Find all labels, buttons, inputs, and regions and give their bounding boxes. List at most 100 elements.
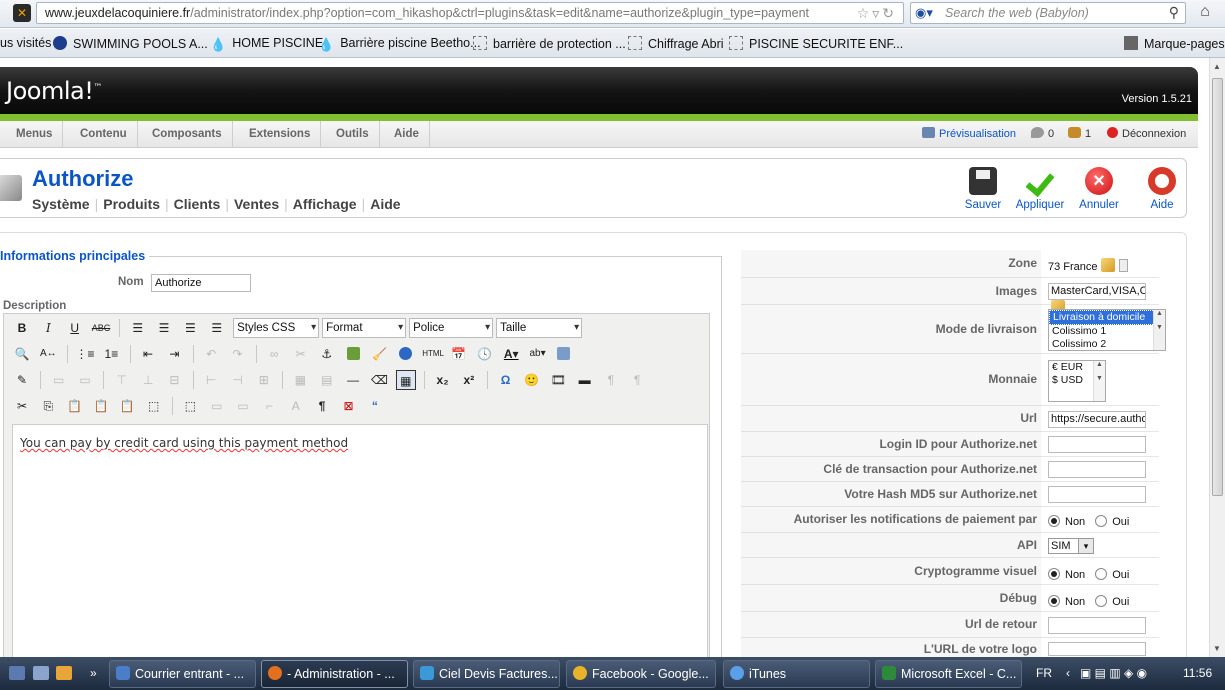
listbox-scrollbar[interactable]: ▲ ▼ [1153,310,1165,350]
search-engine-icon[interactable]: ◉▾ [915,5,933,21]
blockquote-icon[interactable]: “ [365,396,385,416]
save-button[interactable]: Sauver [955,167,1011,211]
media-icon[interactable]: 🎞 [548,370,568,390]
transaction-input[interactable] [1048,461,1146,478]
html-icon[interactable]: HTML [422,344,444,364]
logout-link[interactable]: Déconnexion [1107,127,1186,140]
format-select[interactable]: Format [322,318,407,338]
outdent-icon[interactable]: ⇤ [138,344,158,364]
submenu-ventes[interactable]: Ventes [234,196,279,212]
delete-col-icon[interactable]: ⊞ [254,370,274,390]
ltr-icon[interactable]: ¶ [601,370,621,390]
delete-row-icon[interactable]: ⊟ [164,370,184,390]
absolute-icon[interactable]: ⌐ [259,396,279,416]
bookmark-item[interactable]: us visités [0,36,51,50]
notif-no-radio[interactable] [1048,515,1060,527]
cut-icon[interactable]: ✂ [12,396,32,416]
layer-2-icon[interactable]: ▭ [75,370,95,390]
cvv-no-radio[interactable] [1048,568,1060,580]
users-count[interactable]: 1 [1068,127,1091,140]
preview-link[interactable]: Prévisualisation [922,127,1016,140]
home-icon[interactable]: ⌂ [1192,3,1218,24]
listbox-scrollbar[interactable]: ▲ ▼ [1093,361,1105,401]
numbered-list-icon[interactable]: 1≡ [101,344,121,364]
cancel-button[interactable]: × Annuler [1071,167,1127,211]
star-icon[interactable]: ☆▿↻ [857,5,897,22]
task-mail[interactable]: Courrier entrant - ... [109,660,256,688]
debug-yes-radio[interactable] [1095,595,1108,607]
task-firefox[interactable]: - Administration - ... [261,660,408,688]
edit-icon[interactable] [1100,258,1115,272]
replace-icon[interactable]: A↔ [38,344,58,364]
url-input[interactable]: https://secure.authorize [1048,411,1146,428]
eraser-icon[interactable]: ⌫ [370,370,390,390]
url-bar[interactable]: www.jeuxdelacoquiniere.fr/administrator/… [36,2,904,24]
style-props-icon[interactable]: ▭ [207,396,227,416]
merge-cells-icon[interactable]: ▤ [317,370,337,390]
highlight-color-icon[interactable]: ab▾ [528,344,548,364]
return-url-input[interactable] [1048,617,1146,634]
align-left-icon[interactable]: ☰ [128,318,148,338]
md5-input[interactable] [1048,486,1146,503]
bookmark-item[interactable]: 💧 HOME PISCINE [210,36,323,52]
paste-text-icon[interactable]: 📋 [91,396,111,416]
align-right-icon[interactable]: ☰ [180,318,200,338]
select-all-icon[interactable]: ⬚ [144,396,164,416]
align-justify-icon[interactable]: ☰ [207,318,227,338]
media-player-icon[interactable] [56,666,72,680]
horizontal-rule-icon[interactable]: — [343,370,363,390]
special-char-icon[interactable]: Ω [496,370,516,390]
help-icon[interactable] [396,344,416,364]
bookmark-item[interactable]: PISCINE SECURITE ENF... [729,36,903,51]
scroll-thumb[interactable] [1212,78,1223,496]
rtl-icon[interactable]: ¶ [627,370,647,390]
logo-url-input[interactable] [1048,642,1146,656]
text-color-icon[interactable]: A▾ [501,344,521,364]
anchor-icon[interactable]: ⚓ [317,344,337,364]
insert-row-after-icon[interactable]: ⊥ [138,370,158,390]
bookmark-item[interactable]: Chiffrage Abri [628,36,724,51]
task-itunes[interactable]: iTunes [723,660,870,688]
indent-icon[interactable]: ⇥ [164,344,184,364]
help-button[interactable]: Aide [1134,167,1190,211]
undo-icon[interactable]: ↶ [201,344,221,364]
apply-button[interactable]: Appliquer [1012,167,1068,211]
italic-icon[interactable]: I [38,318,58,338]
tray-icons[interactable]: ▣ ▤ ▥ ◈ ◉ [1080,666,1147,680]
login-input[interactable] [1048,436,1146,453]
nonbreaking-icon[interactable]: ⊠ [338,396,358,416]
align-center-icon[interactable]: ☰ [154,318,174,338]
bookmark-item[interactable]: barrière de protection ... [473,36,626,51]
superscript-icon[interactable]: x² [459,370,479,390]
fullscreen-icon[interactable] [554,344,574,364]
editor-content[interactable]: You can pay by credit card using this pa… [12,424,708,660]
submenu-affichage[interactable]: Affichage [293,196,357,212]
language-indicator[interactable]: FR [1036,666,1052,680]
shipping-option[interactable]: Colissimo 1 [1049,325,1165,338]
size-select[interactable]: Taille [496,318,583,338]
link-icon[interactable]: ∞ [264,344,284,364]
layer-icon[interactable]: ▭ [49,370,69,390]
visual-aid-icon[interactable]: ⬚ [180,396,200,416]
submenu-systeme[interactable]: Système [32,196,90,212]
submenu-aide[interactable]: Aide [370,196,400,212]
copy-icon[interactable]: ⎘ [38,396,58,416]
notif-yes-radio[interactable] [1095,515,1108,527]
bullet-list-icon[interactable]: ⋮≡ [75,344,95,364]
emoticon-icon[interactable]: 🙂 [522,370,542,390]
attribs-icon[interactable]: ▭ [233,396,253,416]
task-chrome[interactable]: Facebook - Google... [566,660,716,688]
date-icon[interactable]: 📅 [449,344,469,364]
messages-count[interactable]: 0 [1031,127,1054,140]
show-desktop-icon[interactable] [9,666,25,680]
name-input[interactable]: Authorize [151,274,251,292]
menu-composants[interactable]: Composants [142,121,233,148]
quicklaunch-more-icon[interactable]: » [90,666,97,680]
image-icon[interactable] [343,344,363,364]
tray-expand-icon[interactable]: ‹ [1066,666,1070,680]
clear-format-icon[interactable]: A [286,396,306,416]
task-excel[interactable]: Microsoft Excel - C... [875,660,1022,688]
currency-listbox[interactable]: € EUR $ USD ▲ ▼ [1048,360,1106,402]
submenu-clients[interactable]: Clients [174,196,221,212]
menu-outils[interactable]: Outils [326,121,380,148]
